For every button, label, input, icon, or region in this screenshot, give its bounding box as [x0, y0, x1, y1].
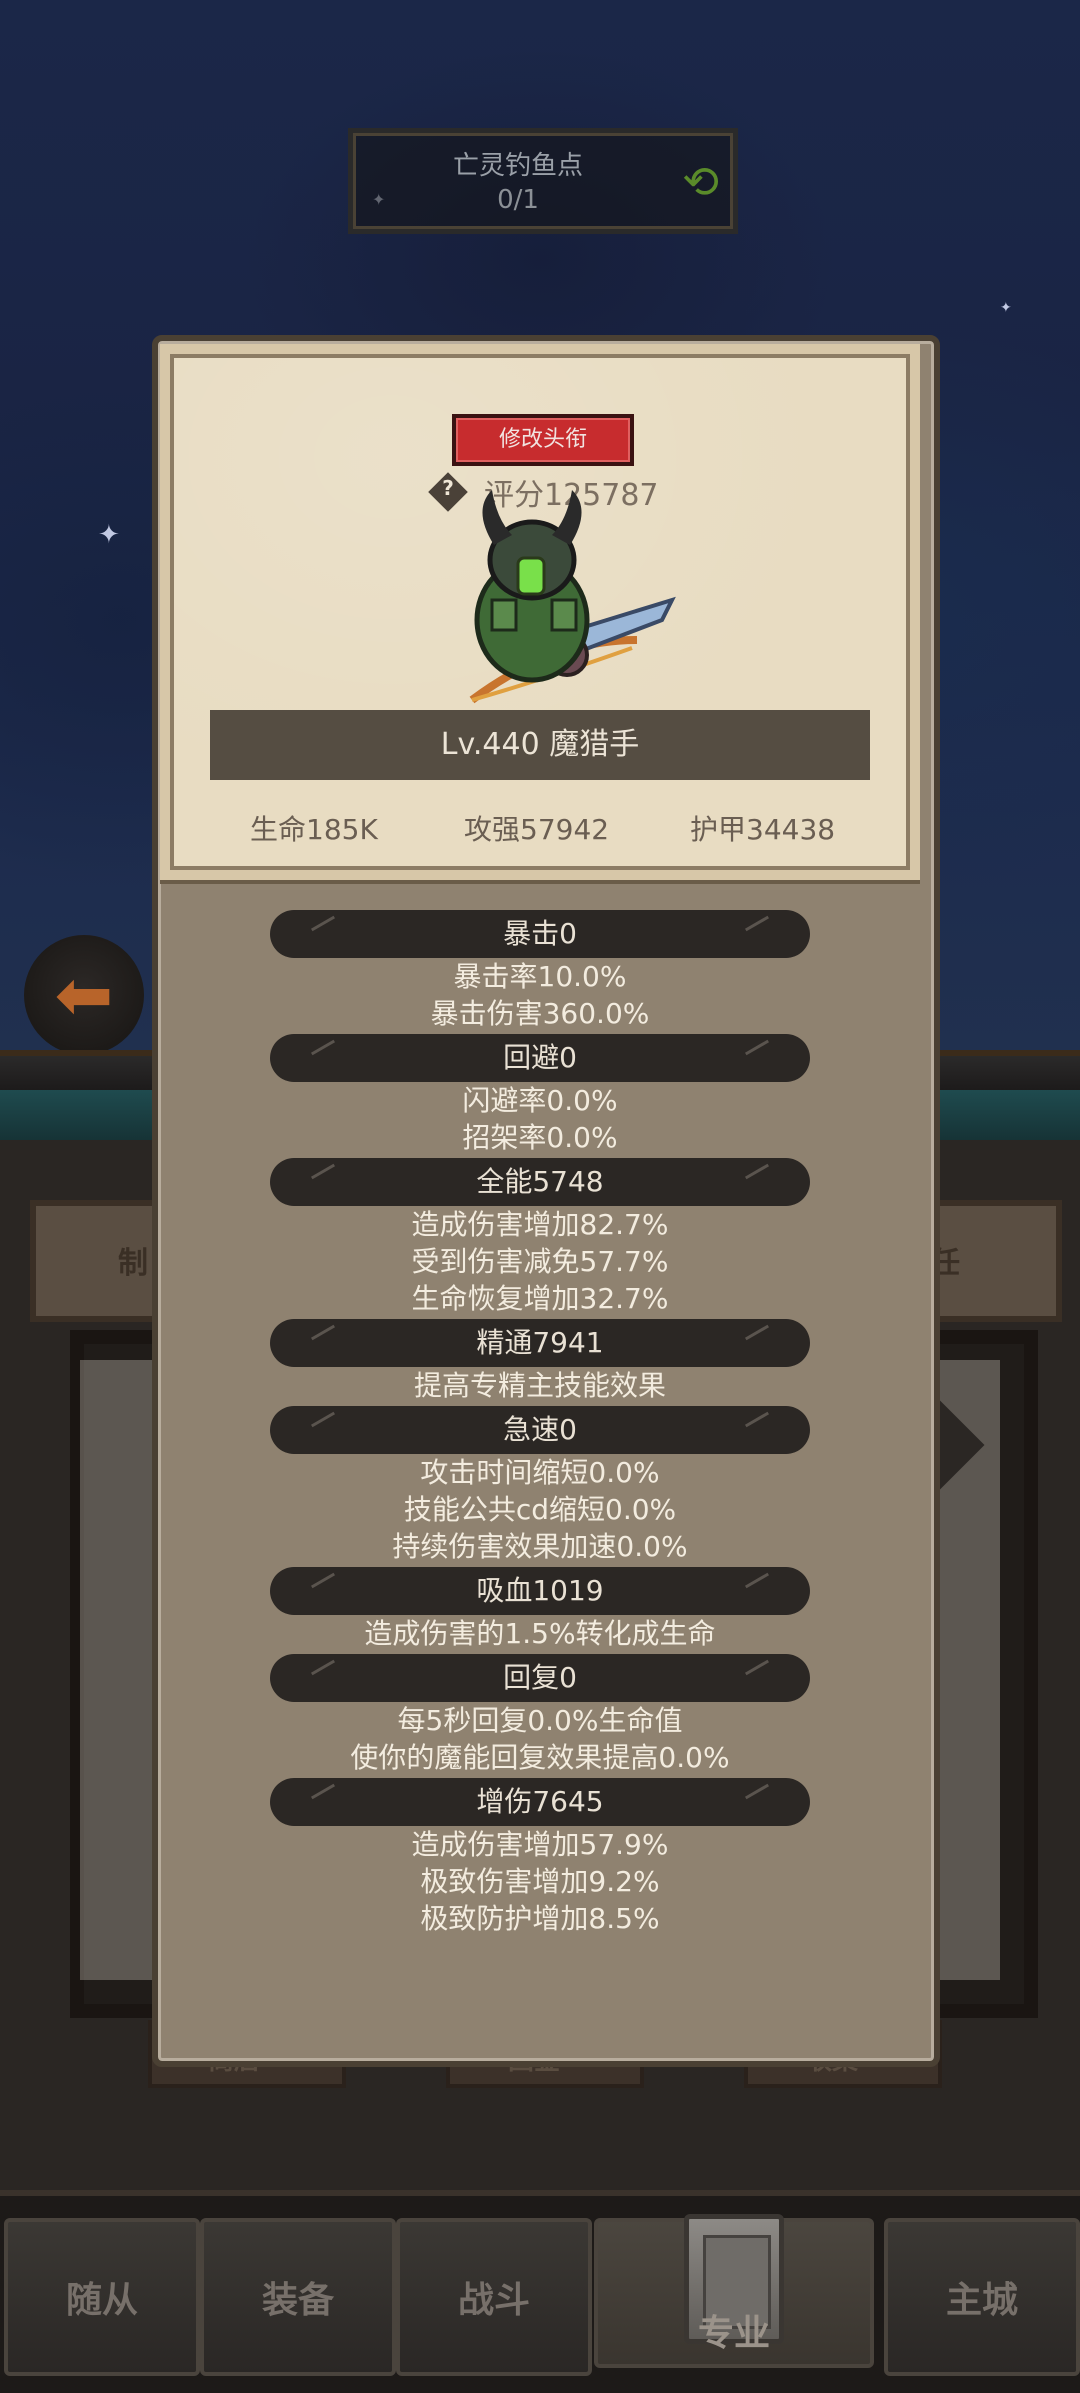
attr-header-mastery: 精通7941 [270, 1319, 810, 1367]
back-arrow-icon: ⬅ [54, 954, 114, 1036]
attr-header-versatility: 全能5748 [270, 1158, 810, 1206]
back-button[interactable]: ⬅ [24, 935, 144, 1055]
nav-profession[interactable]: 专业 [594, 2214, 874, 2368]
nav-label: 专业 [697, 2313, 770, 2354]
attr-line: 极致伤害增加9.2% [420, 1865, 660, 1898]
star-decoration: ✦ [98, 520, 120, 550]
fishing-spot-name: 亡灵钓鱼点 [452, 151, 583, 181]
nav-label: 主城 [945, 2280, 1018, 2321]
attr-header-damage-bonus: 增伤7645 [270, 1778, 810, 1826]
star-decoration: ✦ [1000, 300, 1012, 316]
attr-header-regen: 回复0 [270, 1654, 810, 1702]
nav-battle[interactable]: 战斗 [396, 2218, 592, 2376]
background-tab-left: 制 [118, 1246, 148, 1281]
attr-line: 闪避率0.0% [462, 1084, 618, 1117]
nav-equipment[interactable]: 装备 [200, 2218, 396, 2376]
attr-line: 招架率0.0% [462, 1121, 618, 1154]
attr-line: 每5秒回复0.0%生命值 [397, 1704, 683, 1737]
attr-line: 暴击伤害360.0% [430, 997, 650, 1030]
nav-label: 战斗 [457, 2280, 530, 2321]
nav-main-city[interactable]: 主城 [884, 2218, 1080, 2376]
attr-line: 造成伤害的1.5%转化成生命 [364, 1617, 716, 1650]
fishing-spot-count: 0/1 [497, 185, 539, 215]
attr-header-haste: 急速0 [270, 1406, 810, 1454]
attr-line: 技能公共cd缩短0.0% [403, 1493, 677, 1526]
attr-line: 暴击率10.0% [453, 960, 627, 993]
attribute-list: 暴击0 暴击率10.0% 暴击伤害360.0% 回避0 闪避率0.0% 招架率0… [160, 910, 920, 1937]
attr-line: 造成伤害增加57.9% [411, 1828, 669, 1861]
level-class-bar: Lv.440 魔猎手 [210, 710, 870, 780]
swap-arrows-icon[interactable]: ⟲ [682, 157, 719, 208]
nav-label: 装备 [261, 2280, 334, 2321]
stat-attack: 攻强57942 [464, 813, 610, 846]
attr-line: 提高专精主技能效果 [413, 1369, 666, 1402]
nav-label: 随从 [65, 2280, 138, 2321]
stat-armor: 护甲34438 [690, 813, 836, 846]
attr-line: 极致防护增加8.5% [420, 1902, 660, 1935]
hero-portrait [469, 490, 676, 704]
attr-header-lifesteal: 吸血1019 [270, 1567, 810, 1615]
stat-hp: 生命185K [250, 813, 378, 846]
attr-line: 持续伤害效果加速0.0% [392, 1530, 688, 1563]
attr-line: 攻击时间缩短0.0% [420, 1456, 660, 1489]
bottom-navigation: 随从 装备 战斗 专业 主城 [0, 2190, 1080, 2393]
nav-followers[interactable]: 随从 [4, 2218, 200, 2376]
change-title-button[interactable]: 修改头衔 [452, 414, 634, 466]
attr-line: 生命恢复增加32.7% [411, 1282, 669, 1315]
attr-header-crit: 暴击0 [270, 910, 810, 958]
attr-header-dodge: 回避0 [270, 1034, 810, 1082]
attr-line: 造成伤害增加82.7% [411, 1208, 669, 1241]
attr-line: 受到伤害减免57.7% [411, 1245, 669, 1278]
fishing-spot-widget[interactable]: 亡灵钓鱼点 0/1 ⟲ [348, 128, 738, 234]
attr-line: 使你的魔能回复效果提高0.0% [350, 1741, 730, 1774]
